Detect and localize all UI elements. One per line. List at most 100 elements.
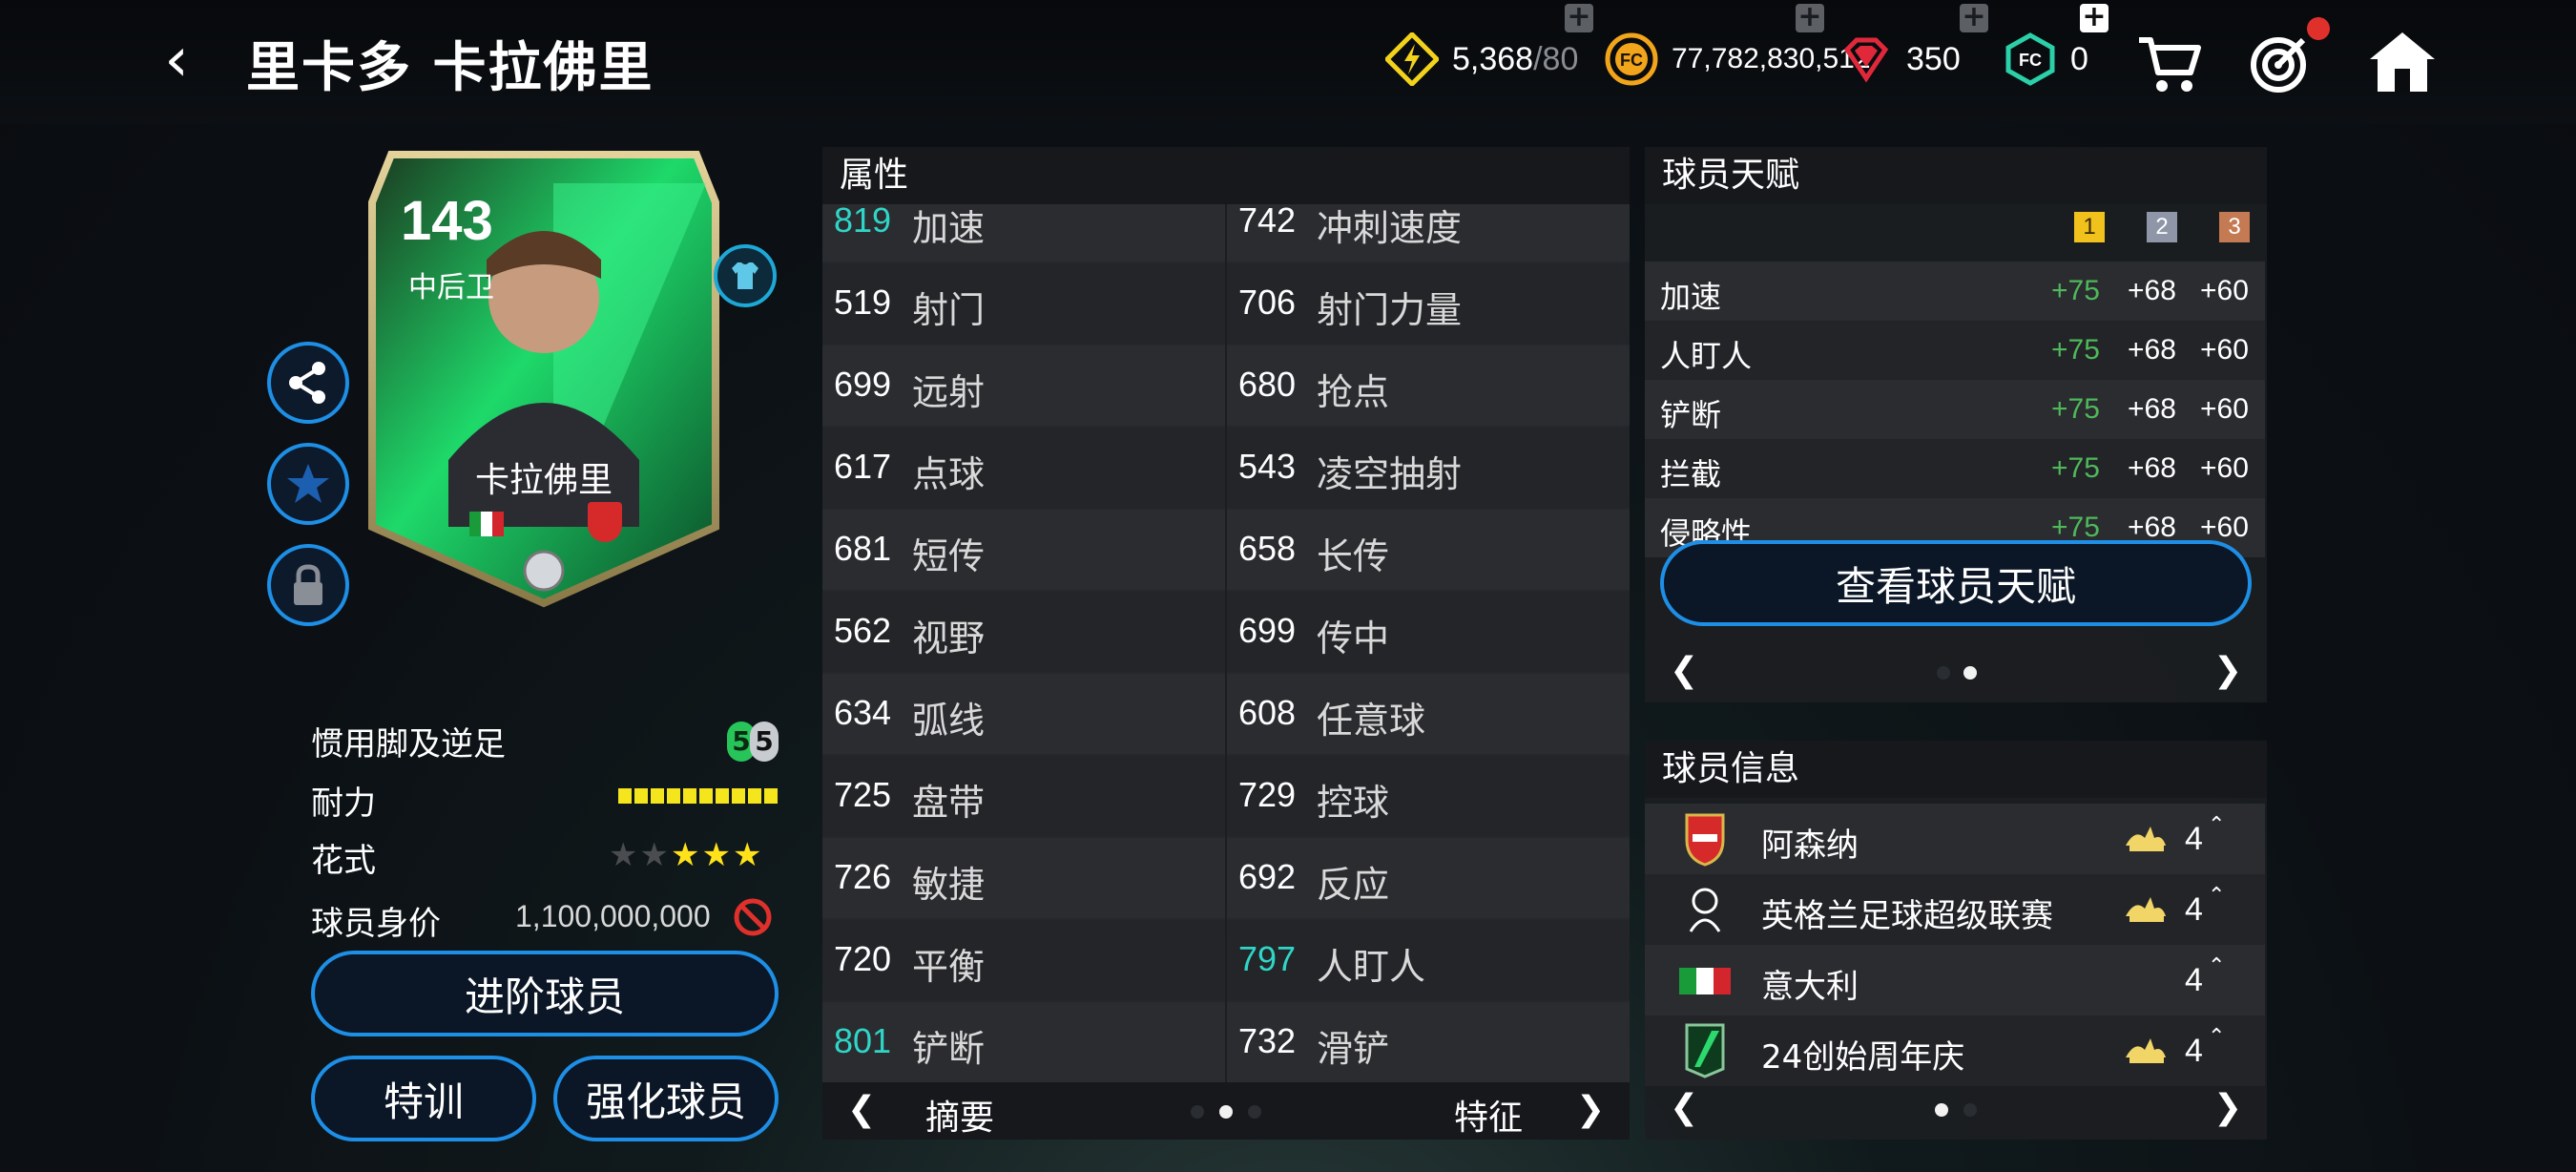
info-name: 英格兰足球超级联赛 <box>1761 897 2053 935</box>
anniversary-card-icon <box>1677 1023 1733 1078</box>
gems-currency: 350 <box>1839 31 1961 88</box>
info-name: 意大利 <box>1761 968 1859 1006</box>
notification-dot <box>2307 17 2330 40</box>
talent-name: 拦截 <box>1660 456 1722 492</box>
special-training-button[interactable]: 特训 <box>311 1056 536 1141</box>
attributes-panel: 属性 819 加速 519 射门 699 远射 617 点球 681 短传 562 视野 634 弧线 72… <box>822 147 1630 1140</box>
attributes-next-arrow[interactable]: ❯ <box>1576 1090 1605 1129</box>
talent-tier2-value: +68 <box>2128 393 2176 425</box>
page-dot-active <box>1219 1105 1233 1119</box>
fc-points-currency: FC 0 <box>2004 31 2088 88</box>
attribute-value: 726 <box>834 857 892 896</box>
back-button[interactable]: ‹ <box>143 27 210 94</box>
attribute-value: 562 <box>834 611 892 650</box>
attribute-value: 608 <box>1238 693 1297 732</box>
attribute-row: 608 任意球 <box>1227 674 1630 756</box>
fc-points-value: 0 <box>2070 40 2088 77</box>
advance-player-button[interactable]: 进阶球员 <box>311 951 779 1036</box>
attribute-value: 720 <box>834 939 892 978</box>
talents-prev-arrow[interactable]: ❮ <box>1670 651 1698 690</box>
attribute-value: 617 <box>834 447 892 486</box>
attribute-value: 681 <box>834 529 892 568</box>
attribute-name: 反应 <box>1317 864 1390 906</box>
talents-next-arrow[interactable]: ❯ <box>2213 651 2242 690</box>
chemistry-icon <box>2122 821 2170 855</box>
attribute-row: 519 射门 <box>822 263 1225 345</box>
no-trade-icon <box>733 897 773 937</box>
attribute-name: 盘带 <box>912 782 986 824</box>
fc-points-icon: FC <box>2004 32 2057 86</box>
enhance-player-button[interactable]: 强化球员 <box>553 1056 779 1141</box>
premier-league-icon <box>1677 882 1733 937</box>
info-prev-arrow[interactable]: ❮ <box>1670 1088 1698 1127</box>
page-dot <box>1248 1105 1261 1119</box>
info-row[interactable]: 意大利 4 ⌃ <box>1645 945 2265 1015</box>
shopping-cart-icon[interactable] <box>2133 27 2206 99</box>
info-level: 4 <box>2185 891 2203 928</box>
attribute-row: 729 控球 <box>1227 756 1630 838</box>
tier-2-badge: 2 <box>2147 212 2177 242</box>
attribute-value: 543 <box>1238 447 1297 486</box>
page-dot-active <box>1935 1103 1948 1117</box>
skill-star-2: ★ <box>639 836 671 874</box>
talent-tier3-value: +60 <box>2200 452 2249 484</box>
attribute-name: 平衡 <box>912 946 986 988</box>
card-position: 中后卫 <box>408 271 494 304</box>
attribute-name: 控球 <box>1317 782 1390 824</box>
attribute-value: 519 <box>834 283 892 322</box>
talent-tier1-value: +75 <box>2051 334 2100 366</box>
attribute-row: 617 点球 <box>822 428 1225 510</box>
attribute-value: 634 <box>834 693 892 732</box>
info-row[interactable]: 英格兰足球超级联赛 4 ⌃ <box>1645 874 2265 945</box>
attributes-prev-label[interactable]: 摘要 <box>925 1090 994 1140</box>
level-up-icon: ⌃ <box>2208 813 2226 837</box>
info-row[interactable]: 阿森纳 4 ⌃ <box>1645 804 2265 874</box>
attribute-value: 819 <box>834 204 892 240</box>
talent-tier2-value: +68 <box>2128 275 2176 306</box>
attributes-right-column[interactable]: 742 冲刺速度 706 射门力量 680 抢点 543 凌空抽射 658 长传 699 传中 608 任… <box>1227 204 1630 1082</box>
info-row[interactable]: 24创始周年庆 4 ⌃ <box>1645 1015 2265 1086</box>
foot-badge: 5 5 <box>727 718 782 765</box>
page-title: 里卡多 卡拉佛里 <box>246 37 654 99</box>
attributes-left-column[interactable]: 819 加速 519 射门 699 远射 617 点球 681 短传 562 视野 634 弧线 725 盘带… <box>822 204 1225 1082</box>
attribute-row: 726 敏捷 <box>822 838 1225 920</box>
info-next-arrow[interactable]: ❯ <box>2213 1088 2242 1127</box>
lock-button[interactable] <box>267 544 349 626</box>
attribute-value: 692 <box>1238 857 1297 896</box>
attribute-value: 801 <box>834 1021 892 1060</box>
attribute-name: 短传 <box>912 535 986 577</box>
add-coins-button[interactable]: + <box>1796 3 1824 32</box>
view-talents-button[interactable]: 查看球员天赋 <box>1660 540 2252 626</box>
skill-star-4: ★ <box>701 836 733 874</box>
attributes-prev-arrow[interactable]: ❮ <box>847 1090 876 1129</box>
foot-label: 惯用脚及逆足 <box>311 725 506 764</box>
add-energy-button[interactable]: + <box>1565 3 1593 32</box>
talent-tier1-value: +75 <box>2051 393 2100 425</box>
add-fc-points-button[interactable]: + <box>2080 3 2109 32</box>
attribute-name: 滑铲 <box>1317 1028 1390 1070</box>
talent-name: 铲断 <box>1660 397 1722 433</box>
add-gems-button[interactable]: + <box>1960 3 1988 32</box>
italy-flag-icon <box>1677 952 1733 1008</box>
attribute-name: 敏捷 <box>912 864 986 906</box>
talent-row: 拦截 +75 +68 +60 <box>1645 439 2265 498</box>
favorite-button[interactable] <box>267 443 349 525</box>
jersey-icon[interactable] <box>714 244 777 307</box>
gem-icon <box>1839 32 1893 86</box>
attribute-value: 658 <box>1238 529 1297 568</box>
talent-tier1-value: +75 <box>2051 452 2100 484</box>
attribute-value: 797 <box>1238 939 1297 978</box>
share-button[interactable] <box>267 342 349 424</box>
tier-1-badge: 1 <box>2074 212 2105 242</box>
target-icon[interactable] <box>2244 27 2316 99</box>
price-label: 球员身价 <box>311 905 441 943</box>
info-name: 阿森纳 <box>1761 827 1859 865</box>
attribute-row: 681 短传 <box>822 510 1225 592</box>
player-info-panel: 球员信息 阿森纳 4 ⌃ 英格兰足球超级联赛 4 ⌃ 意大利 4 ⌃ 24创始周年庆 4 ⌃ ❮ ❯ <box>1645 741 2267 1140</box>
attributes-title: 属性 <box>822 147 1630 204</box>
home-icon[interactable] <box>2366 27 2439 99</box>
attributes-next-label[interactable]: 特征 <box>1454 1090 1523 1140</box>
attribute-row: 819 加速 <box>822 204 1225 263</box>
attribute-name: 任意球 <box>1317 700 1426 742</box>
attribute-row: 634 弧线 <box>822 674 1225 756</box>
